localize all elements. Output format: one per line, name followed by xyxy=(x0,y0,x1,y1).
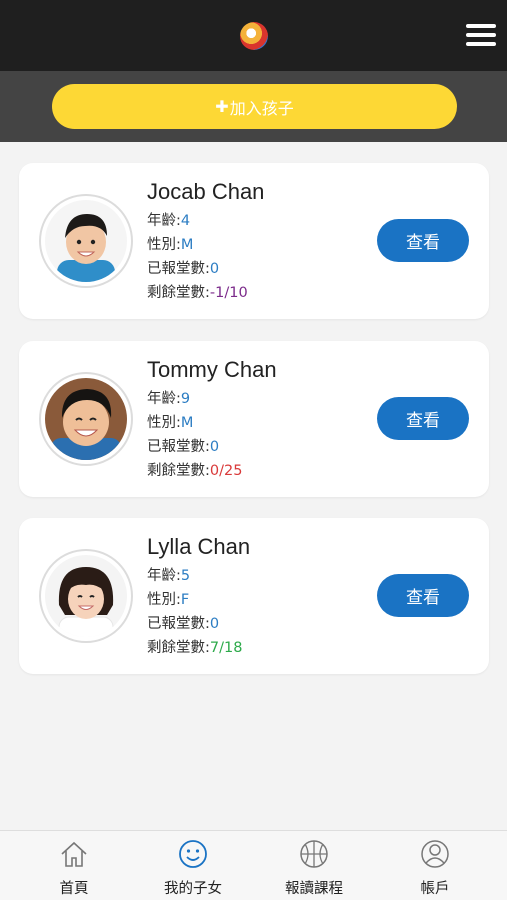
child-age: 年齡:9 xyxy=(147,391,191,407)
child-avatar xyxy=(39,372,133,466)
top-header xyxy=(0,0,507,71)
child-card: Lylla Chan 年齡:5 性別:F 已報堂數:0 剩餘堂數:7/18 查看 xyxy=(19,518,489,674)
child-card: Jocab Chan 年齡:4 性別:M 已報堂數:0 剩餘堂數:-1/10 查… xyxy=(19,163,489,319)
app-logo[interactable] xyxy=(240,22,268,50)
child-remaining: 剩餘堂數:7/18 xyxy=(147,640,243,656)
child-gender: 性別:M xyxy=(147,237,194,253)
tab-home[interactable]: 首頁 xyxy=(11,831,137,900)
add-child-button[interactable]: ✚ 加入孩子 xyxy=(52,84,457,129)
user-icon xyxy=(421,840,449,868)
home-icon xyxy=(61,841,87,867)
child-remaining: 剩餘堂數:0/25 xyxy=(147,463,243,479)
hamburger-menu-icon[interactable] xyxy=(466,22,496,48)
add-child-label: 加入孩子 xyxy=(229,98,294,118)
child-age: 年齡:5 xyxy=(147,568,191,584)
child-gender: 性別:M xyxy=(147,415,194,431)
child-enrolled: 已報堂數:0 xyxy=(147,616,220,632)
view-button[interactable]: 查看 xyxy=(377,397,469,440)
child-info: Lylla Chan 年齡:5 性別:F 已報堂數:0 剩餘堂數:7/18 xyxy=(147,532,250,660)
view-button[interactable]: 查看 xyxy=(377,574,469,617)
child-enrolled: 已報堂數:0 xyxy=(147,261,220,277)
child-name: Tommy Chan xyxy=(147,357,277,382)
tab-courses-label: 報讀課程 xyxy=(285,881,343,897)
child-enrolled: 已報堂數:0 xyxy=(147,439,220,455)
child-info: Tommy Chan 年齡:9 性別:M 已報堂數:0 剩餘堂數:0/25 xyxy=(147,355,277,483)
child-gender: 性別:F xyxy=(147,592,190,608)
tab-courses[interactable]: 報讀課程 xyxy=(251,831,377,900)
tab-account[interactable]: 帳戶 xyxy=(372,831,498,900)
child-avatar xyxy=(39,194,133,288)
child-remaining: 剩餘堂數:-1/10 xyxy=(147,285,248,301)
bottom-tab-bar: 首頁 我的子女 報讀課程 帳戶 xyxy=(0,830,507,900)
child-avatar xyxy=(39,549,133,643)
child-name: Lylla Chan xyxy=(147,534,251,559)
basketball-icon xyxy=(300,840,328,868)
tab-home-label: 首頁 xyxy=(59,881,89,897)
tab-account-label: 帳戶 xyxy=(420,881,450,897)
child-info: Jocab Chan 年齡:4 性別:M 已報堂數:0 剩餘堂數:-1/10 xyxy=(147,177,264,305)
plus-icon: ✚ xyxy=(215,97,229,116)
tab-my-children-label: 我的子女 xyxy=(164,881,222,897)
child-age: 年齡:4 xyxy=(147,213,191,229)
child-name: Jocab Chan xyxy=(147,179,265,204)
child-card: Tommy Chan 年齡:9 性別:M 已報堂數:0 剩餘堂數:0/25 查看 xyxy=(19,341,489,497)
smiley-icon xyxy=(179,840,207,868)
view-button[interactable]: 查看 xyxy=(377,219,469,262)
tab-my-children[interactable]: 我的子女 xyxy=(130,831,256,900)
